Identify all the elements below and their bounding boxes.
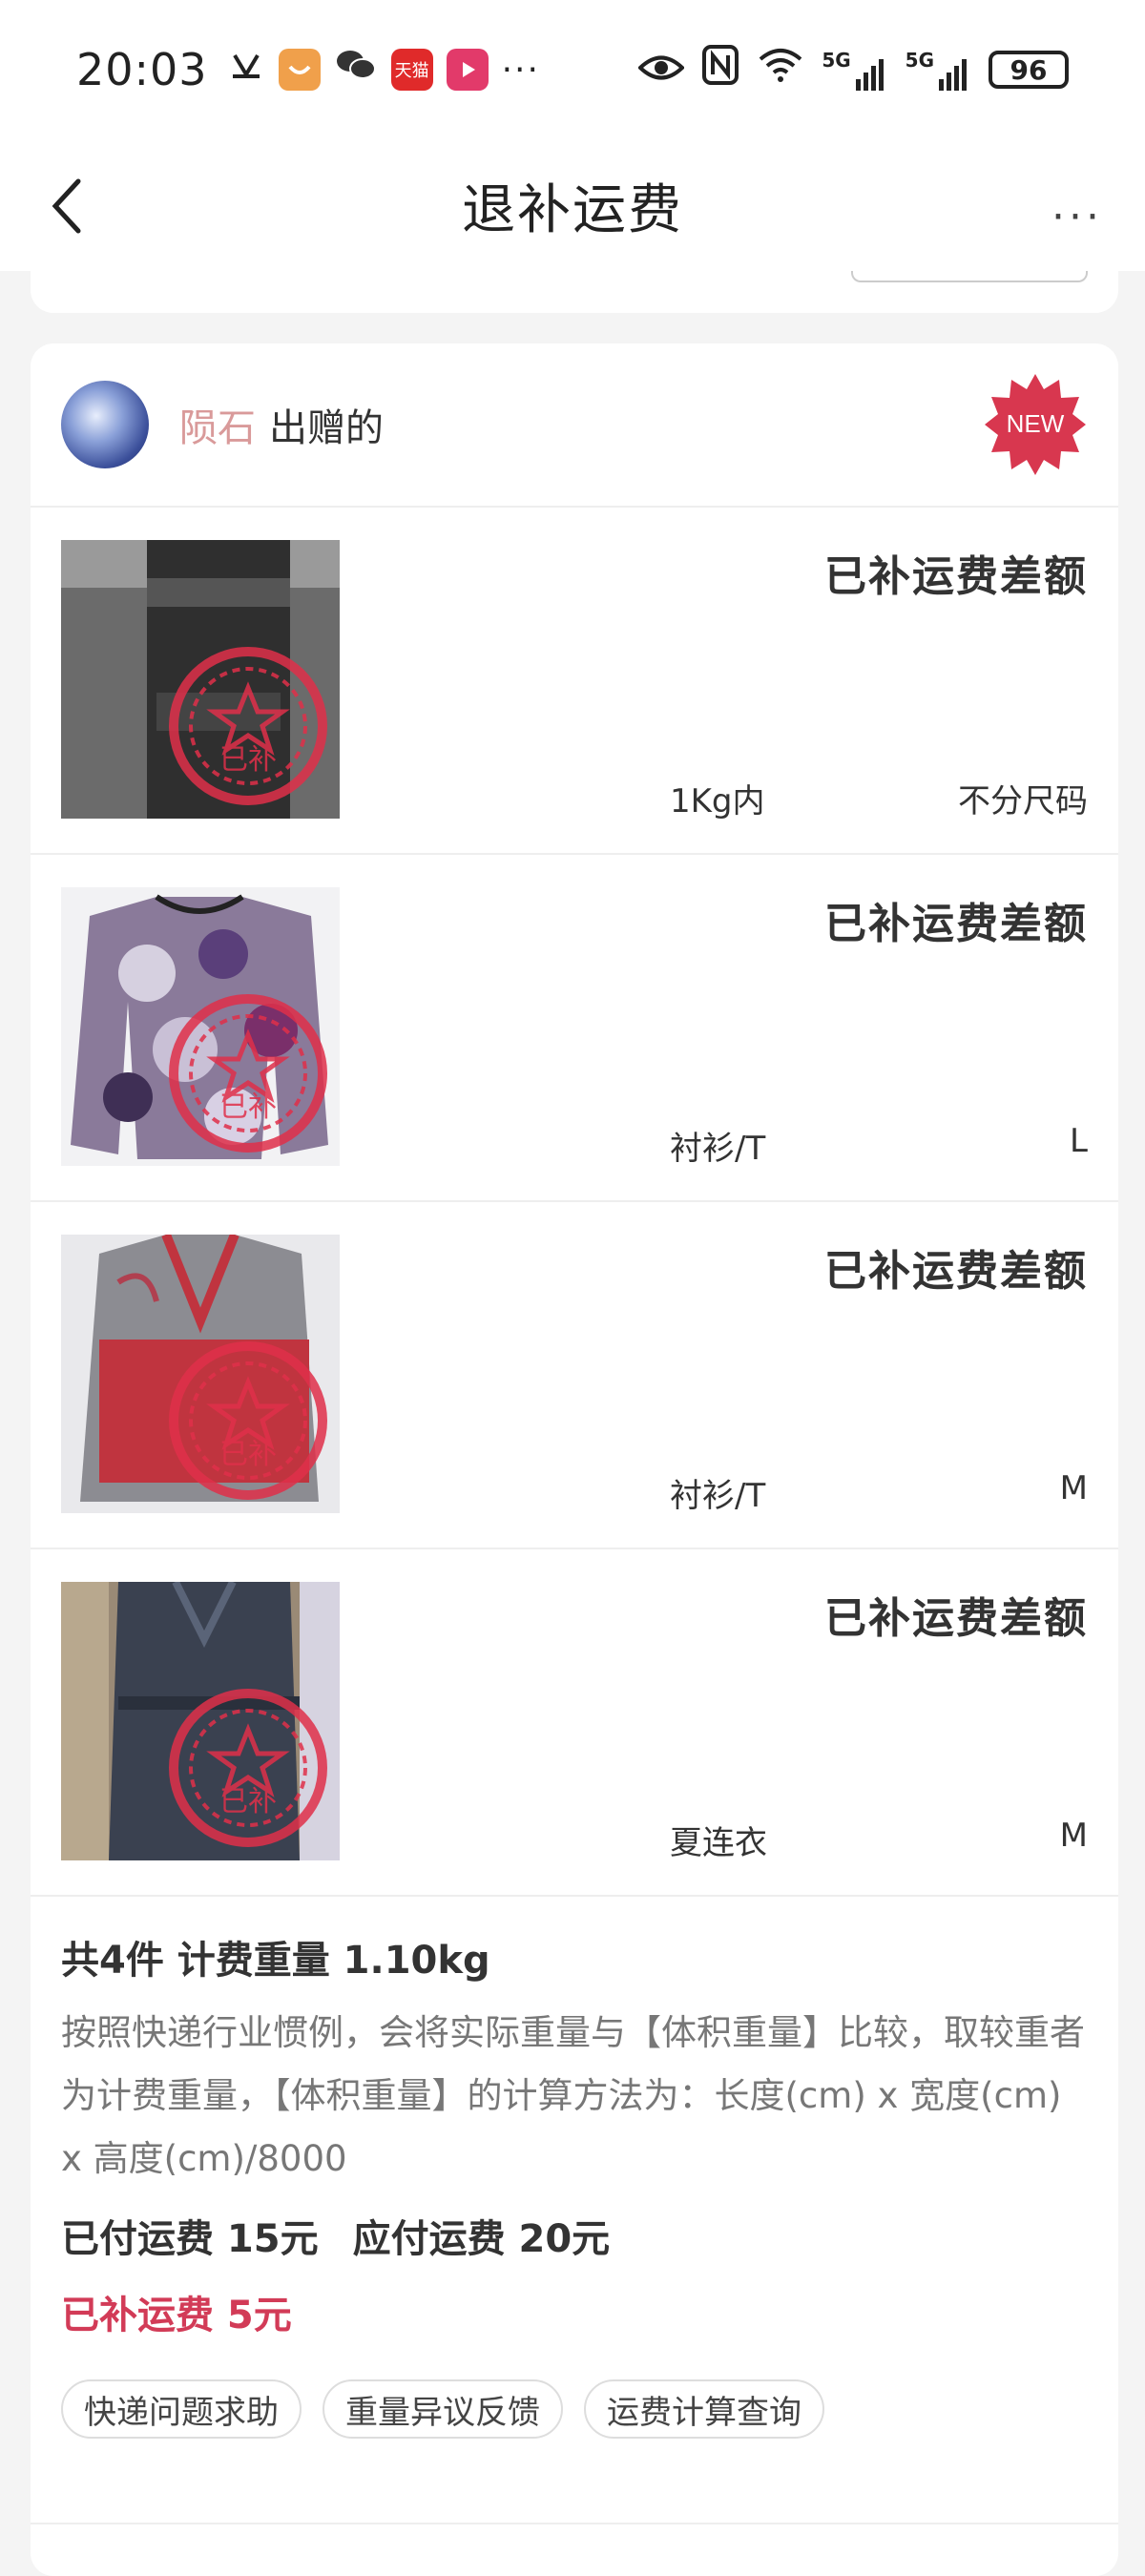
stamp-label: 已补 [219, 743, 277, 777]
signal-icon: 5G [906, 49, 971, 91]
product-image[interactable]: 已补 [61, 540, 340, 819]
refund-status: 已补运费差额 [824, 552, 1088, 601]
video-app-icon [446, 49, 489, 91]
item-size: M [1059, 1817, 1088, 1855]
help-tags: 快递问题求助 重量异议反馈 运费计算查询 [61, 2379, 1088, 2439]
item-category: 衬衫/T [670, 1130, 766, 1168]
wechat-icon [334, 46, 378, 94]
divider [31, 2523, 1118, 2524]
status-time: 20:03 [76, 44, 208, 95]
list-item[interactable]: 已补 已补运费差额 1Kg内 不分尺码 [31, 508, 1118, 855]
donation-card: 陨石 出赠的 NEW 已补 已补运费差额 1Kg内 不分尺码 已补 已补运费差额… [31, 343, 1118, 2576]
stamp-label: 已补 [219, 1091, 277, 1124]
summary-headline: 共4件 计费重量 1.10kg [61, 1939, 490, 1983]
paid-fee: 已付运费 15元 [61, 2217, 319, 2261]
item-size: M [1059, 1469, 1088, 1507]
nfc-icon [701, 44, 739, 96]
back-arrow-icon[interactable] [40, 168, 97, 244]
item-size: L [1070, 1122, 1088, 1160]
battery-icon: 96 [989, 51, 1069, 89]
more-options-icon[interactable]: ··· [1051, 193, 1103, 241]
compensated-fee: 已补运费 5元 [61, 2294, 292, 2337]
donor-header: 陨石 出赠的 NEW [31, 343, 1118, 508]
item-size: 不分尺码 [958, 782, 1088, 821]
wifi-icon [757, 46, 804, 94]
item-category: 夏连衣 [670, 1824, 767, 1862]
item-category: 1Kg内 [670, 782, 765, 821]
battery-level: 96 [1010, 53, 1048, 86]
tag-weight-dispute[interactable]: 重量异议反馈 [323, 2379, 563, 2439]
refund-status: 已补运费差额 [824, 900, 1088, 948]
donor-name[interactable]: 陨石 [179, 397, 256, 452]
stamp-label: 已补 [219, 1438, 277, 1471]
donor-suffix: 出赠的 [269, 406, 384, 450]
tag-fee-calculation[interactable]: 运费计算查询 [584, 2379, 824, 2439]
new-badge-icon: NEW [985, 374, 1086, 475]
status-bar: 20:03 天猫 ··· 5G 5G 96 [0, 0, 1145, 139]
shield-app-icon [278, 49, 321, 91]
item-category: 衬衫/T [670, 1477, 766, 1515]
eye-icon [637, 46, 686, 94]
network-type-label: 5G [905, 49, 934, 72]
refund-status: 已补运费差额 [824, 1247, 1088, 1296]
fee-row: 已付运费 15元 应付运费 20元 [61, 2208, 1088, 2263]
avatar[interactable] [61, 381, 149, 468]
more-notifications-icon: ··· [501, 50, 540, 90]
summary-description: 按照快递行业惯例，会将实际重量与【体积重量】比较，取较重者为计费重量，【体积重量… [61, 2012, 1085, 2179]
stamp-label: 已补 [219, 1785, 277, 1818]
product-image[interactable]: 已补 [61, 887, 340, 1166]
page-title: 退补运费 [462, 178, 683, 241]
nav-bar: 退补运费 ··· [0, 139, 1145, 271]
due-fee: 应付运费 20元 [352, 2217, 611, 2261]
previous-card [31, 271, 1118, 313]
tmall-app-icon: 天猫 [390, 49, 433, 91]
list-item[interactable]: 已补 已补运费差额 夏连衣 M [31, 1549, 1118, 1897]
notification-icons: 天猫 ··· [227, 46, 540, 94]
product-image[interactable]: 已补 [61, 1235, 340, 1513]
shipping-summary: 共4件 计费重量 1.10kg 按照快递行业惯例，会将实际重量与【体积重量】比较… [31, 1897, 1118, 2439]
refund-status: 已补运费差额 [824, 1594, 1088, 1643]
previous-card-button[interactable] [851, 271, 1088, 282]
tmall-label: 天猫 [394, 61, 429, 81]
signal-icon: 5G [822, 49, 887, 91]
network-type-label: 5G [822, 49, 851, 72]
system-icons: 5G 5G 96 [637, 44, 1069, 96]
silent-icon [227, 46, 265, 94]
product-image[interactable]: 已补 [61, 1582, 340, 1860]
tag-delivery-help[interactable]: 快递问题求助 [61, 2379, 302, 2439]
list-item[interactable]: 已补 已补运费差额 衬衫/T M [31, 1202, 1118, 1549]
new-badge-label: NEW [1007, 409, 1065, 438]
list-item[interactable]: 已补 已补运费差额 衬衫/T L [31, 855, 1118, 1202]
